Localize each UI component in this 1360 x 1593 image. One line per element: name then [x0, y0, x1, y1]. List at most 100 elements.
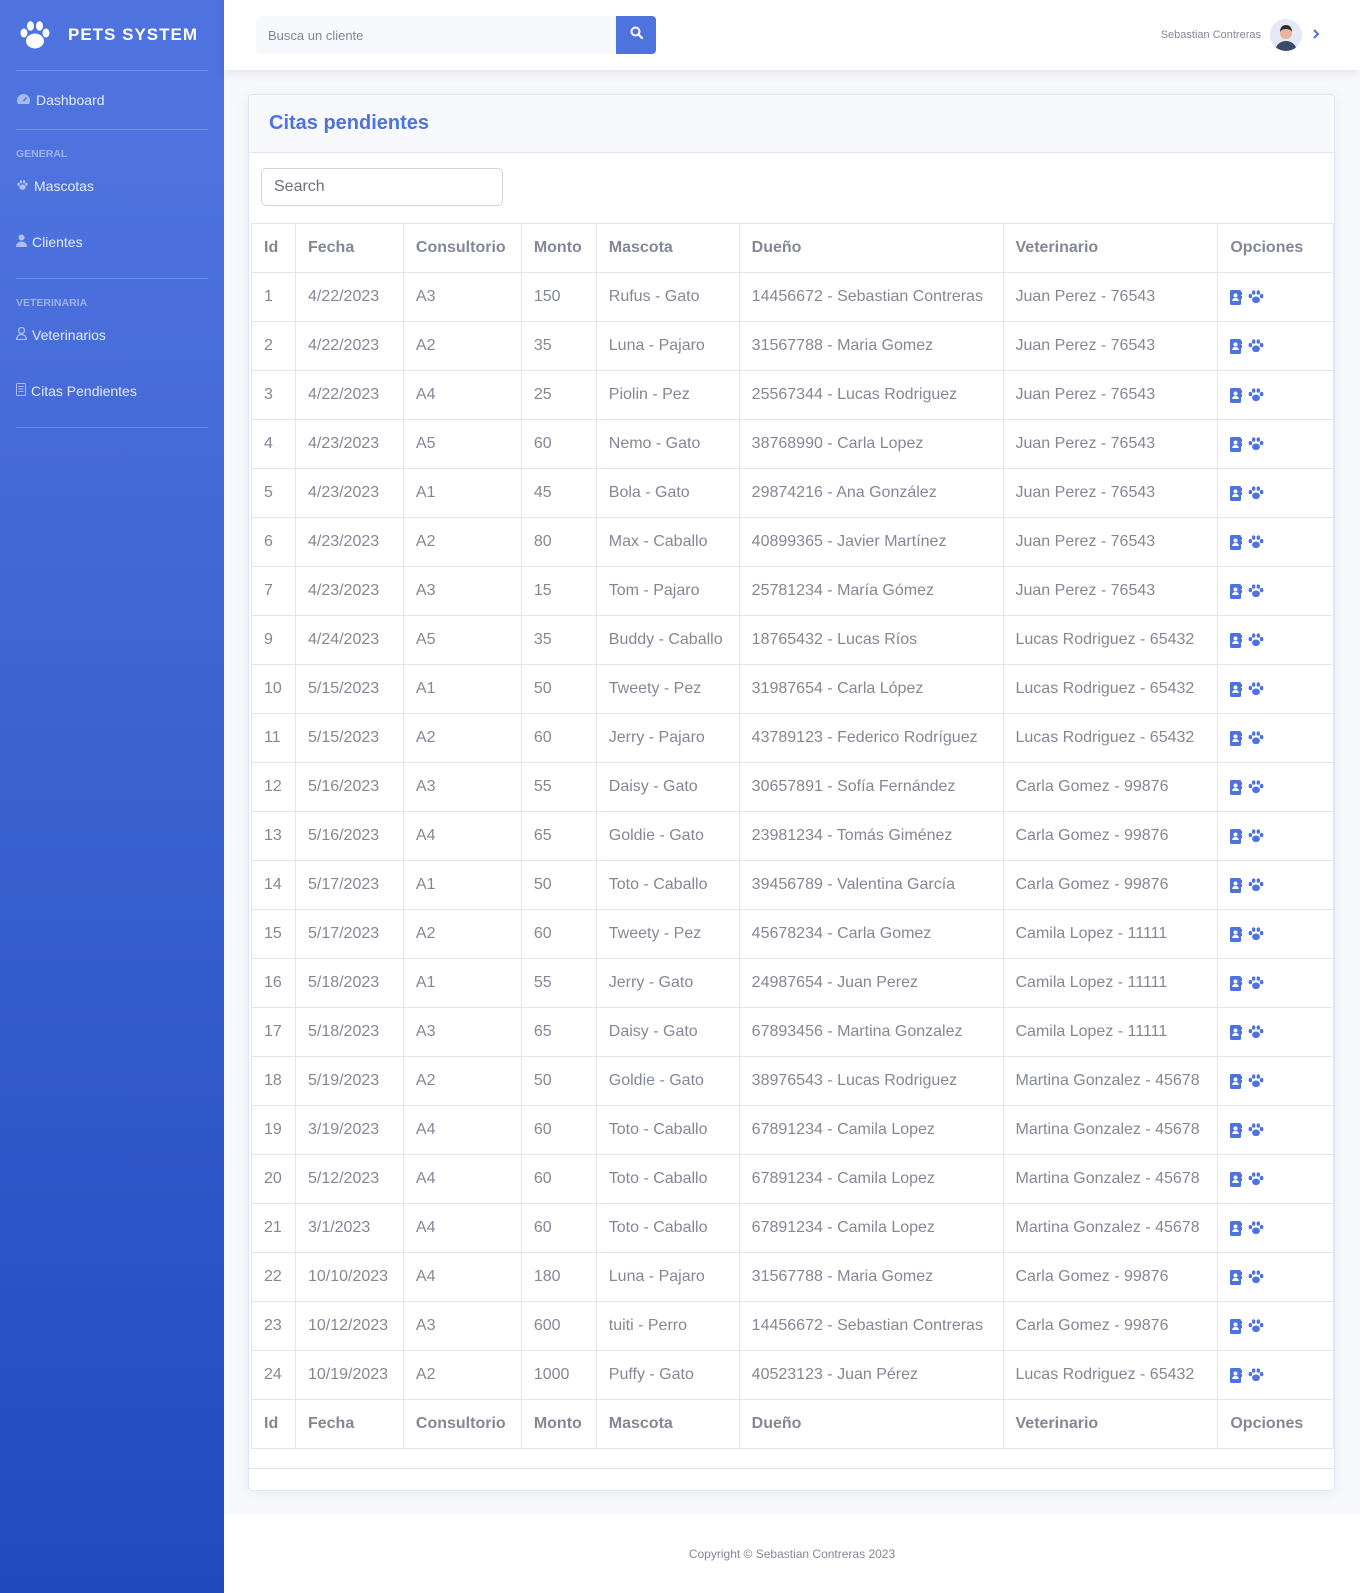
paw-icon[interactable] — [1248, 388, 1264, 402]
client-search-button[interactable] — [616, 16, 656, 54]
table-cell-mascota: Goldie - Gato — [595, 811, 740, 861]
table-cell-dueño: 31987654 - Carla López — [738, 664, 1004, 714]
paw-icon[interactable] — [1248, 1319, 1264, 1333]
client-search-input[interactable] — [256, 16, 616, 54]
table-cell-mascota: tuiti - Perro — [595, 1301, 740, 1351]
column-footer-0[interactable]: Id — [251, 1399, 296, 1449]
address-book-icon[interactable] — [1230, 1269, 1243, 1285]
column-footer-5[interactable]: Dueño — [738, 1399, 1004, 1449]
column-footer-6[interactable]: Veterinario — [1002, 1399, 1219, 1449]
paw-icon[interactable] — [1248, 1368, 1264, 1382]
table-cell-dueño: 30657891 - Sofía Fernández — [738, 762, 1004, 812]
paw-icon[interactable] — [1248, 1270, 1264, 1284]
paw-icon[interactable] — [1248, 731, 1264, 745]
address-book-icon[interactable] — [1230, 1024, 1243, 1040]
column-header-2[interactable]: Consultorio — [402, 223, 522, 273]
footer: Copyright © Sebastian Contreras 2023 — [224, 1515, 1360, 1593]
table-cell-id: 20 — [251, 1154, 296, 1204]
table-cell-consultorio: A2 — [402, 1056, 522, 1106]
paw-icon[interactable] — [1248, 486, 1264, 500]
address-book-icon[interactable] — [1230, 975, 1243, 991]
address-book-icon[interactable] — [1230, 877, 1243, 893]
paw-icon[interactable] — [1248, 633, 1264, 647]
table-cell-id: 13 — [251, 811, 296, 861]
paw-icon[interactable] — [1248, 878, 1264, 892]
paw-icon[interactable] — [1248, 927, 1264, 941]
paw-icon[interactable] — [1248, 682, 1264, 696]
paw-icon[interactable] — [1248, 437, 1264, 451]
sidebar-item-label: Mascotas — [34, 178, 94, 194]
paw-icon[interactable] — [1248, 829, 1264, 843]
table-cell-dueño: 67891234 - Camila Lopez — [738, 1105, 1004, 1155]
address-book-icon[interactable] — [1230, 485, 1243, 501]
column-footer-7[interactable]: Opciones — [1217, 1399, 1334, 1449]
table-row: 11 5/15/2023 A2 60 Jerry - Pajaro 43789123 - … — [251, 713, 1334, 763]
paw-icon[interactable] — [1248, 1074, 1264, 1088]
address-book-icon[interactable] — [1230, 632, 1243, 648]
paw-icon[interactable] — [1248, 339, 1264, 353]
column-footer-2[interactable]: Consultorio — [402, 1399, 522, 1449]
address-book-icon[interactable] — [1230, 338, 1243, 354]
address-book-icon[interactable] — [1230, 1171, 1243, 1187]
table-cell-opciones — [1217, 909, 1334, 959]
paw-icon[interactable] — [1248, 584, 1264, 598]
address-book-icon[interactable] — [1230, 289, 1243, 305]
table-cell-consultorio: A2 — [402, 909, 522, 959]
table-cell-fecha: 5/17/2023 — [294, 909, 404, 959]
sidebar-item-veterinarios[interactable]: Veterinarios — [0, 315, 224, 355]
page-title: Citas pendientes — [269, 112, 430, 134]
column-header-5[interactable]: Dueño — [738, 223, 1004, 273]
paw-icon[interactable] — [1248, 1221, 1264, 1235]
paw-icon[interactable] — [1248, 1172, 1264, 1186]
column-footer-1[interactable]: Fecha — [294, 1399, 404, 1449]
address-book-icon[interactable] — [1230, 1220, 1243, 1236]
address-book-icon[interactable] — [1230, 828, 1243, 844]
sidebar-item-mascotas[interactable]: Mascotas — [0, 166, 224, 206]
address-book-icon[interactable] — [1230, 681, 1243, 697]
chevron-right-icon[interactable] — [1312, 26, 1320, 44]
table-cell-opciones — [1217, 860, 1334, 910]
user-menu[interactable]: Sebastian Contreras — [1161, 19, 1320, 51]
paw-icon[interactable] — [1248, 535, 1264, 549]
table-row: 4 4/23/2023 A5 60 Nemo - Gato 38768990 - Carl… — [251, 419, 1334, 469]
address-book-icon[interactable] — [1230, 926, 1243, 942]
paw-icon[interactable] — [1248, 1123, 1264, 1137]
column-footer-4[interactable]: Mascota — [595, 1399, 740, 1449]
paw-icon[interactable] — [1248, 976, 1264, 990]
address-book-icon[interactable] — [1230, 583, 1243, 599]
avatar[interactable] — [1270, 19, 1302, 51]
sidebar-item-citas-pendientes[interactable]: Citas Pendientes — [0, 355, 224, 427]
address-book-icon[interactable] — [1230, 1122, 1243, 1138]
table-cell-consultorio: A1 — [402, 958, 522, 1008]
address-book-icon[interactable] — [1230, 1073, 1243, 1089]
column-header-3[interactable]: Monto — [520, 223, 597, 273]
address-book-icon[interactable] — [1230, 730, 1243, 746]
address-book-icon[interactable] — [1230, 436, 1243, 452]
paw-icon[interactable] — [1248, 780, 1264, 794]
table-cell-dueño: 14456672 - Sebastian Contreras — [738, 1301, 1004, 1351]
table-cell-dueño: 25781234 - María Gómez — [738, 566, 1004, 616]
table-cell-fecha: 4/23/2023 — [294, 468, 404, 518]
paw-icon[interactable] — [1248, 290, 1264, 304]
sidebar-item-dashboard[interactable]: Dashboard — [0, 71, 224, 129]
column-footer-3[interactable]: Monto — [520, 1399, 597, 1449]
address-book-icon[interactable] — [1230, 1367, 1243, 1383]
paw-icon[interactable] — [1248, 1025, 1264, 1039]
address-book-icon[interactable] — [1230, 1318, 1243, 1334]
table-search-input[interactable] — [261, 168, 503, 206]
column-header-6[interactable]: Veterinario — [1002, 223, 1219, 273]
column-header-4[interactable]: Mascota — [595, 223, 740, 273]
address-book-icon[interactable] — [1230, 779, 1243, 795]
column-header-1[interactable]: Fecha — [294, 223, 404, 273]
table-cell-veterinario: Juan Perez - 76543 — [1002, 468, 1219, 518]
column-header-7[interactable]: Opciones — [1217, 223, 1334, 273]
column-header-0[interactable]: Id — [251, 223, 296, 273]
table-cell-fecha: 5/12/2023 — [294, 1154, 404, 1204]
table-cell-consultorio: A3 — [402, 1301, 522, 1351]
address-book-icon[interactable] — [1230, 387, 1243, 403]
address-book-icon[interactable] — [1230, 534, 1243, 550]
sidebar-heading-veterinaria: VETERINARIA — [16, 297, 88, 309]
table-cell-mascota: Daisy - Gato — [595, 1007, 740, 1057]
brand[interactable]: PETS SYSTEM — [0, 0, 224, 70]
sidebar-item-clientes[interactable]: Clientes — [0, 206, 224, 278]
